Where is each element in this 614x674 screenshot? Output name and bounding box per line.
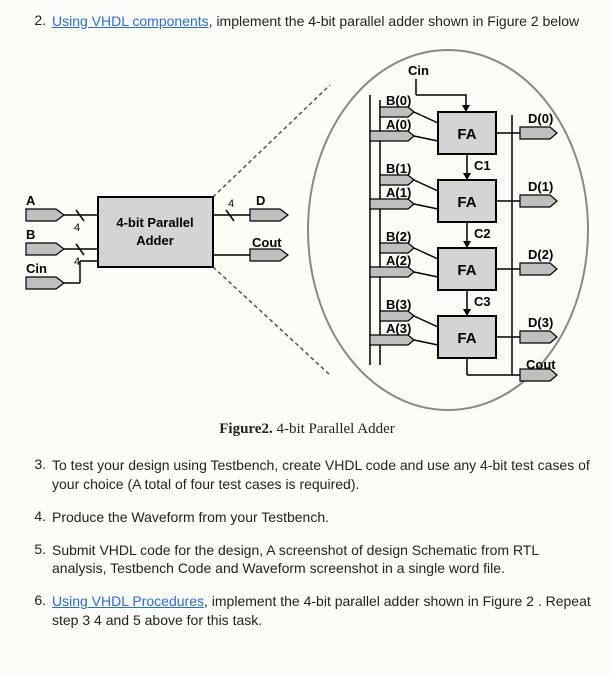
- label-a: A: [26, 193, 36, 208]
- buswidth-d: 4: [228, 198, 234, 210]
- item-number: 3.: [18, 456, 52, 494]
- arrow-b2: [380, 243, 414, 253]
- adder-diagram: 4-bit Parallel Adder A 4 B 4 Cin: [18, 45, 596, 415]
- label-c2: C2: [474, 226, 491, 241]
- label-a3: A(3): [386, 321, 411, 336]
- arrow-cin: [26, 277, 64, 289]
- label-a0: A(0): [386, 117, 411, 132]
- list-item-6: 6. Using VHDL Procedures, implement the …: [18, 592, 596, 630]
- item-body: Using VHDL components, implement the 4-b…: [52, 12, 596, 31]
- arrow-d1: [520, 195, 557, 207]
- arrow-cout: [250, 249, 288, 261]
- arrow-b1: [380, 175, 414, 185]
- item-number: 4.: [18, 508, 52, 527]
- arrow-cout-detail: [520, 369, 557, 381]
- label-b: B: [26, 227, 35, 242]
- fa-1-label: FA: [457, 194, 476, 211]
- label-a2: A(2): [386, 253, 411, 268]
- label-cin-detail: Cin: [408, 63, 429, 78]
- list-item-2: 2. Using VHDL components, implement the …: [18, 12, 596, 31]
- item-body: To test your design using Testbench, cre…: [52, 456, 596, 494]
- arrow-b3: [380, 311, 414, 321]
- item-body: Using VHDL Procedures, implement the 4-b…: [52, 592, 596, 630]
- fa-0-label: FA: [457, 126, 476, 143]
- caption-bold: Figure2.: [219, 421, 272, 437]
- parallel-adder-block: [98, 197, 213, 267]
- arrow-d: [250, 209, 288, 221]
- arrow-a2: [370, 267, 414, 277]
- arrow-d3: [520, 331, 557, 343]
- label-cin: Cin: [26, 261, 47, 276]
- item-number: 2.: [18, 12, 52, 31]
- item-text: , implement the 4-bit parallel adder sho…: [209, 13, 579, 29]
- label-cout: Cout: [252, 235, 282, 250]
- list-item-3: 3. To test your design using Testbench, …: [18, 456, 596, 494]
- item-number: 5.: [18, 541, 52, 579]
- label-c1: C1: [474, 158, 491, 173]
- label-d: D: [256, 193, 265, 208]
- buswidth-a: 4: [74, 222, 80, 234]
- projection-line-bottom: [213, 267, 330, 375]
- arrow-d2: [520, 263, 557, 275]
- arrow-a1: [370, 199, 414, 209]
- figure-caption: Figure2. 4-bit Parallel Adder: [18, 421, 596, 438]
- list-item-5: 5. Submit VHDL code for the design, A sc…: [18, 541, 596, 579]
- caption-rest: 4-bit Parallel Adder: [273, 421, 395, 437]
- label-d1: D(1): [528, 179, 553, 194]
- list-item-4: 4. Produce the Waveform from your Testbe…: [18, 508, 596, 527]
- arrow-b: [26, 243, 64, 255]
- label-b2: B(2): [386, 229, 411, 244]
- label-c3: C3: [474, 294, 491, 309]
- block-title-1: 4-bit Parallel: [116, 215, 193, 230]
- label-b3: B(3): [386, 297, 411, 312]
- item-body: Submit VHDL code for the design, A scree…: [52, 541, 596, 579]
- arrow-b0: [380, 107, 414, 117]
- arrow-a3: [370, 335, 414, 345]
- item-number: 6.: [18, 592, 52, 630]
- label-b0: B(0): [386, 93, 411, 108]
- arrow-a0: [370, 131, 414, 141]
- item-body: Produce the Waveform from your Testbench…: [52, 508, 596, 527]
- block-title-2: Adder: [136, 233, 174, 248]
- label-d3: D(3): [528, 315, 553, 330]
- fa-2-label: FA: [457, 262, 476, 279]
- vhdl-components-link[interactable]: Using VHDL components: [52, 13, 209, 29]
- fa-3-label: FA: [457, 330, 476, 347]
- arrow-a: [26, 209, 64, 221]
- document-page: 2. Using VHDL components, implement the …: [0, 0, 614, 664]
- label-d2: D(2): [528, 247, 553, 262]
- arrow-d0: [520, 127, 557, 139]
- label-d0: D(0): [528, 111, 553, 126]
- label-b1: B(1): [386, 161, 411, 176]
- figure-2: 4-bit Parallel Adder A 4 B 4 Cin: [18, 45, 596, 438]
- buswidth-b: 4: [74, 256, 80, 268]
- vhdl-procedures-link[interactable]: Using VHDL Procedures: [52, 593, 204, 609]
- label-a1: A(1): [386, 185, 411, 200]
